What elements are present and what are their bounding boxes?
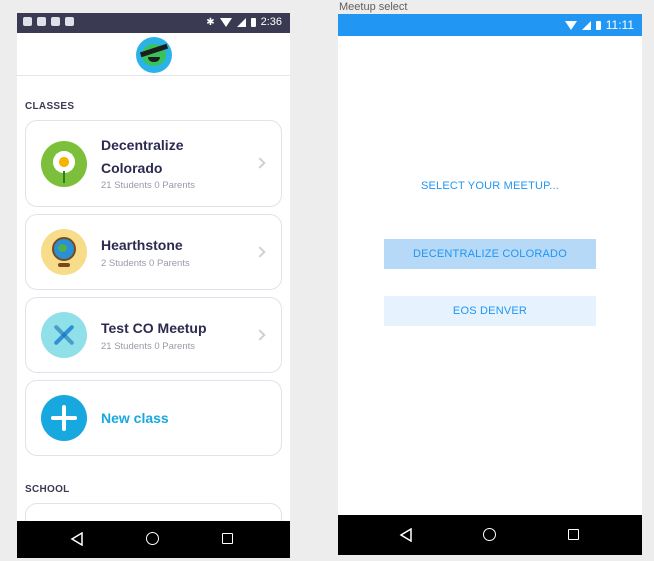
meetup-button-decentralize-colorado[interactable]: DECENTRALIZE COLORADO: [384, 239, 596, 269]
game-controller-icon: [23, 17, 32, 26]
class-title: Test CO Meetup: [101, 320, 207, 336]
class-card-test-co-meetup[interactable]: Test CO Meetup 21 Students 0 Parents: [25, 297, 282, 373]
battery-icon: [250, 17, 256, 27]
class-title-line2: Colorado: [101, 160, 163, 176]
classdojo-monster-logo[interactable]: [136, 37, 172, 73]
signal-icon: [581, 20, 591, 30]
class-card-decentralize-colorado[interactable]: Decentralize Colorado 21 Students 0 Pare…: [25, 120, 282, 207]
meetup-button-eos-denver[interactable]: EOS DENVER: [384, 296, 596, 326]
home-icon[interactable]: [146, 532, 159, 545]
home-icon[interactable]: [483, 528, 496, 541]
chevron-right-icon: [254, 157, 266, 169]
chevron-right-icon: [254, 246, 266, 258]
status-time: 2:36: [260, 16, 282, 28]
system-icons: ✱ 2:36: [206, 16, 282, 28]
class-subtitle: 21 Students 0 Parents: [101, 341, 196, 352]
globe-icon: [41, 229, 87, 275]
new-class-button[interactable]: New class: [25, 380, 282, 456]
sunflower-icon: [41, 141, 87, 187]
section-label-classes: CLASSES: [25, 101, 75, 112]
bluetooth-icon: ✱: [206, 16, 215, 28]
chevron-right-icon: [254, 329, 266, 341]
status-time: 11:11: [605, 18, 634, 32]
select-meetup-heading: SELECT YOUR MEETUP...: [420, 180, 560, 192]
plus-icon: [41, 395, 87, 441]
wifi-icon: [219, 17, 232, 27]
battery-icon: [595, 20, 601, 30]
class-subtitle: 21 Students 0 Parents: [101, 180, 196, 191]
app-header: [17, 33, 290, 76]
status-bar: 11:11: [338, 14, 642, 36]
class-card-hearthstone[interactable]: Hearthstone 2 Students 0 Parents: [25, 214, 282, 290]
back-icon[interactable]: [70, 531, 84, 547]
back-icon[interactable]: [399, 527, 413, 543]
window-title: Meetup select: [339, 1, 408, 13]
voicemail-icon: [37, 17, 46, 26]
class-subtitle: 2 Students 0 Parents: [101, 258, 190, 269]
wifi-icon: [564, 20, 577, 30]
status-bar: ✱ 2:36: [17, 13, 290, 33]
system-icons: 11:11: [564, 18, 634, 32]
meetup-select-screen: 11:11 SELECT YOUR MEETUP... DECENTRALIZE…: [338, 14, 642, 555]
image-icon: [65, 17, 74, 26]
dna-icon: [41, 312, 87, 358]
signal-icon: [236, 17, 246, 27]
lock-icon: [51, 17, 60, 26]
recent-apps-icon[interactable]: [222, 533, 233, 544]
class-title: Hearthstone: [101, 237, 183, 253]
section-label-school: SCHOOL: [25, 484, 70, 495]
class-title: Decentralize: [101, 137, 184, 153]
android-nav-bar: [338, 515, 642, 555]
notification-icons: [23, 17, 74, 26]
recent-apps-icon[interactable]: [568, 529, 579, 540]
classdojo-screen: ✱ 2:36 CLASSES Decentralize Colorado 21 …: [17, 13, 290, 558]
new-class-label: New class: [101, 410, 169, 426]
android-nav-bar: [17, 521, 290, 558]
